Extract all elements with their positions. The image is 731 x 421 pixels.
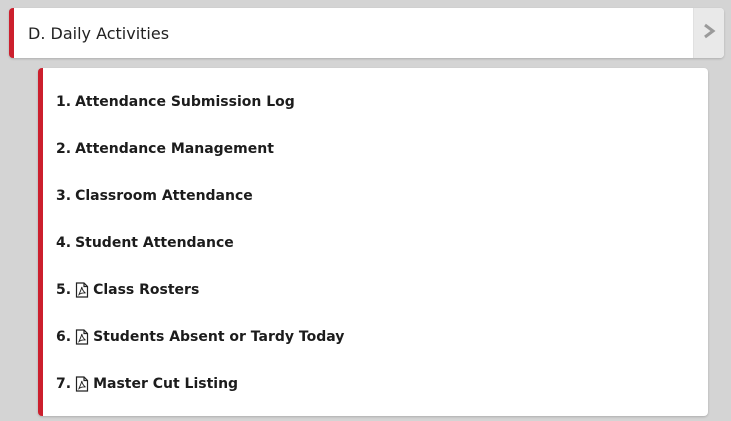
item-label: Students Absent or Tardy Today [93, 329, 345, 345]
item-number: 6. [56, 329, 72, 345]
item-number: 2. [56, 141, 72, 157]
list-item-class-rosters[interactable]: 5. Class Rosters [56, 279, 199, 301]
item-number: 1. [56, 94, 72, 110]
item-label: Attendance Submission Log [75, 94, 295, 110]
item-label: Student Attendance [75, 235, 234, 251]
item-number: 7. [56, 376, 72, 392]
item-label: Classroom Attendance [75, 188, 253, 204]
pdf-icon [75, 376, 89, 392]
item-label: Attendance Management [75, 141, 274, 157]
list-item-classroom-attendance[interactable]: 3. Classroom Attendance [56, 185, 253, 207]
list-item-attendance-management[interactable]: 2. Attendance Management [56, 138, 274, 160]
item-label: Master Cut Listing [93, 376, 239, 392]
item-number: 4. [56, 235, 72, 251]
section-header-daily-activities[interactable]: D. Daily Activities [9, 8, 724, 58]
pdf-icon [75, 282, 89, 298]
list-item-master-cut-listing[interactable]: 7. Master Cut Listing [56, 373, 238, 395]
item-label: Class Rosters [93, 282, 200, 298]
expand-toggle-button[interactable] [693, 8, 724, 58]
list-item-attendance-submission-log[interactable]: 1. Attendance Submission Log [56, 91, 295, 113]
activities-panel: 1. Attendance Submission Log 2. Attendan… [38, 68, 708, 416]
section-title: D. Daily Activities [28, 23, 170, 43]
item-number: 5. [56, 282, 72, 298]
chevron-right-icon [702, 23, 716, 43]
pdf-icon [75, 329, 89, 345]
list-item-students-absent-or-tardy-today[interactable]: 6. Students Absent or Tardy Today [56, 326, 344, 348]
item-number: 3. [56, 188, 72, 204]
list-item-student-attendance[interactable]: 4. Student Attendance [56, 232, 234, 254]
